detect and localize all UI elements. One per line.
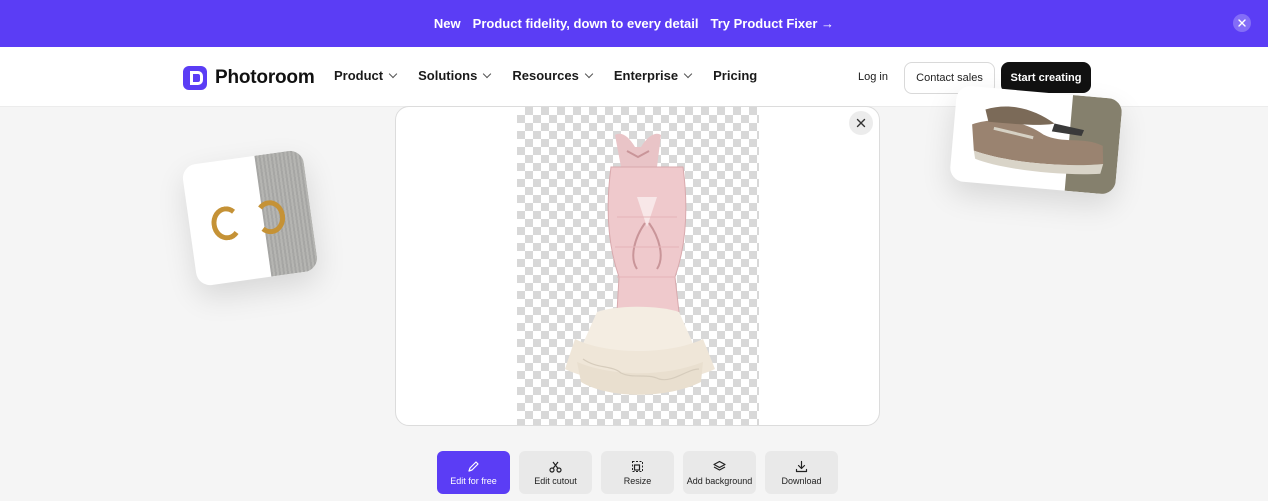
- nav-item-solutions[interactable]: Solutions: [418, 68, 492, 83]
- announcement-bar: New Product fidelity, down to every deta…: [0, 0, 1268, 47]
- dress-image: [565, 133, 715, 395]
- photoroom-logo[interactable]: Photoroom: [183, 66, 315, 90]
- chevron-down-icon: [584, 69, 594, 79]
- edit-for-free-button[interactable]: Edit for free: [437, 451, 510, 494]
- close-preview-button[interactable]: [849, 111, 873, 135]
- layers-icon: [713, 460, 726, 471]
- earrings-example-card[interactable]: [181, 149, 319, 287]
- download-icon: [795, 460, 808, 472]
- sneaker-example-card[interactable]: [949, 84, 1123, 196]
- action-toolbar: Edit for free Edit cutout Resize Add bac…: [437, 451, 838, 494]
- download-button[interactable]: Download: [765, 451, 838, 494]
- resize-label: Resize: [623, 475, 652, 486]
- preview-panel: [395, 106, 880, 426]
- close-announcement-button[interactable]: [1233, 14, 1251, 32]
- edit-cutout-button[interactable]: Edit cutout: [519, 451, 592, 494]
- add-background-button[interactable]: Add background: [683, 451, 756, 494]
- chevron-down-icon: [388, 69, 398, 79]
- scissors-icon: [549, 461, 562, 473]
- nav-item-product[interactable]: Product: [334, 68, 398, 83]
- transparent-canvas: [517, 107, 759, 425]
- logo-text: Photoroom: [215, 67, 315, 88]
- earring-left-image: [209, 204, 244, 243]
- close-icon: [856, 118, 866, 128]
- announcement-message: Product fidelity, down to every detail: [472, 16, 699, 31]
- chevron-down-icon: [683, 69, 693, 79]
- pencil-icon: [468, 460, 479, 472]
- product-fixer-link[interactable]: Try Product Fixer →: [711, 16, 835, 31]
- start-creating-button[interactable]: Start creating: [1001, 62, 1091, 93]
- nav-item-enterprise[interactable]: Enterprise: [614, 68, 693, 83]
- chevron-down-icon: [483, 69, 492, 79]
- logo-icon: [183, 66, 207, 90]
- download-label: Download: [781, 475, 822, 486]
- edit-for-free-label: Edit for free: [450, 475, 497, 486]
- main-menu: Product Solutions Resources Enterprise P…: [334, 68, 757, 83]
- new-badge: New: [433, 16, 461, 31]
- login-link[interactable]: Log in: [858, 71, 888, 83]
- nav-item-pricing[interactable]: Pricing: [713, 68, 757, 83]
- resize-button[interactable]: Resize: [601, 451, 674, 494]
- nav-item-resources[interactable]: Resources: [512, 68, 594, 83]
- add-background-label: Add background: [686, 475, 753, 486]
- close-icon: [1238, 19, 1246, 27]
- edit-cutout-label: Edit cutout: [534, 475, 577, 486]
- sneaker-image: [972, 106, 1104, 175]
- resize-icon: [632, 460, 643, 472]
